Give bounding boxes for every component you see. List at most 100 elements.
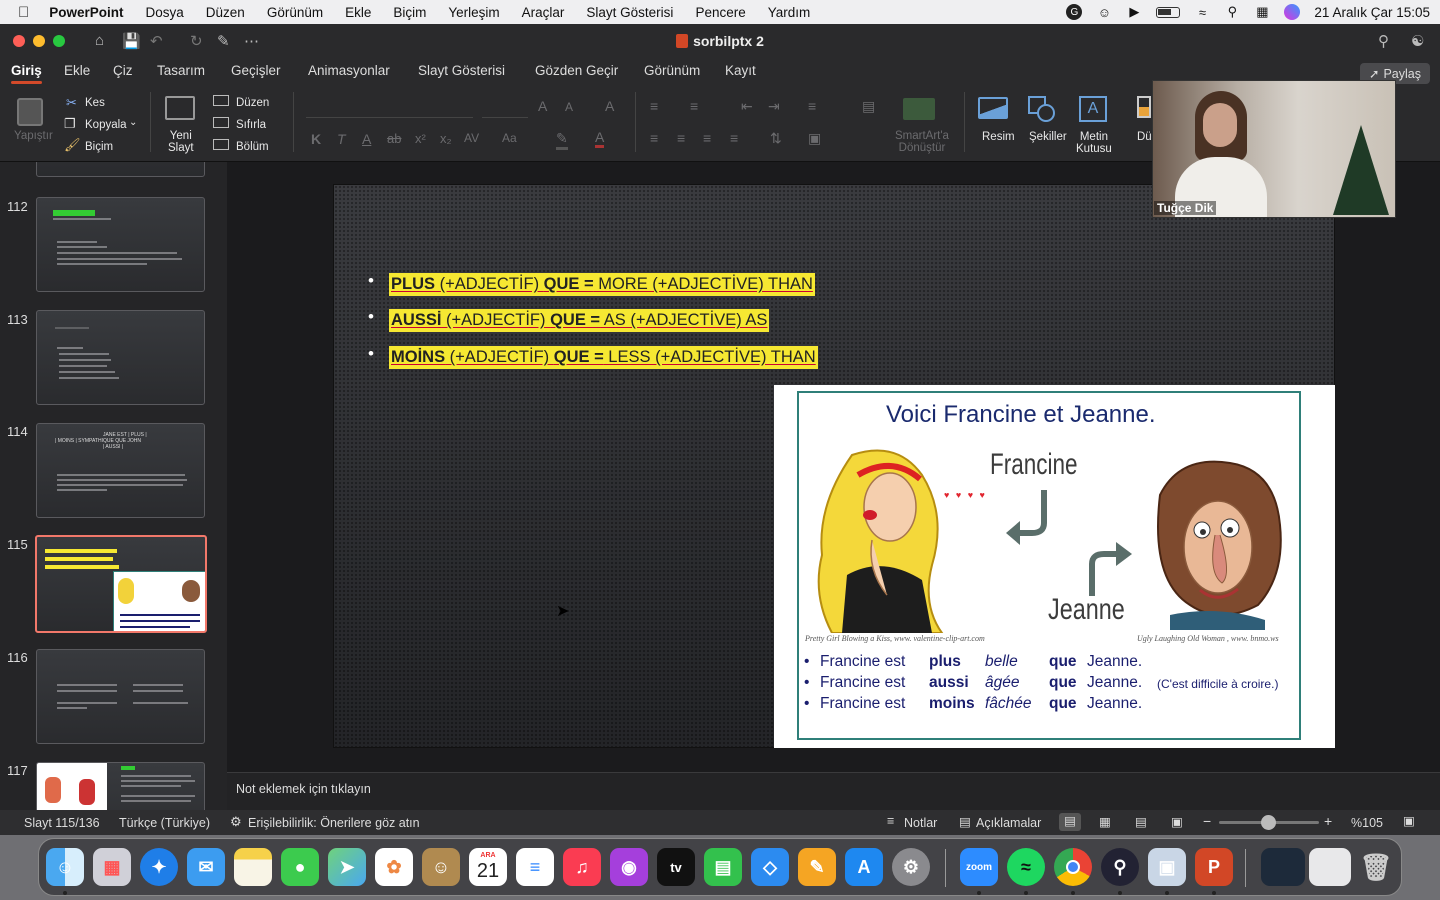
font-color-icon[interactable]: A — [595, 129, 605, 148]
tab-record[interactable]: Kayıt — [725, 63, 756, 78]
tab-transitions[interactable]: Geçişler — [231, 63, 281, 78]
maps-icon[interactable]: ➤ — [328, 848, 366, 886]
slide-thumbnail[interactable]: JANE EST | PLUS | | MOINS | SYMPATHIQUE … — [36, 423, 205, 518]
play-icon[interactable]: ▶ — [1126, 4, 1142, 20]
battery-icon[interactable] — [1156, 6, 1181, 18]
tab-draw[interactable]: Çiz — [113, 63, 133, 78]
terminal-window-icon[interactable] — [1261, 848, 1305, 886]
superscript-icon[interactable]: x² — [415, 131, 426, 146]
menu-window[interactable]: Pencere — [695, 5, 745, 20]
language-status[interactable]: Türkçe (Türkiye) — [119, 816, 210, 830]
shapes-icon[interactable] — [1028, 96, 1056, 122]
keynote-icon[interactable]: ◇ — [751, 848, 789, 886]
messages-icon[interactable]: ● — [281, 848, 319, 886]
zoom-icon[interactable]: zoom — [960, 848, 998, 886]
bold-icon[interactable]: K — [311, 131, 321, 147]
app-store-icon[interactable]: A — [845, 848, 883, 886]
zoom-slider[interactable] — [1219, 815, 1319, 830]
underline-icon[interactable]: A — [362, 131, 371, 147]
clock[interactable]: 21 Aralık Çar 15:05 — [1314, 5, 1430, 20]
calendar-icon[interactable]: ARA 21 — [469, 848, 507, 886]
menu-tools[interactable]: Araçlar — [522, 5, 565, 20]
reminders-icon[interactable]: ≡ — [516, 848, 554, 886]
cut-button[interactable]: Kes — [85, 97, 105, 109]
copy-button[interactable]: Kopyala — [85, 119, 127, 131]
numbers-icon[interactable]: ▤ — [704, 848, 742, 886]
notes-app-icon[interactable] — [234, 848, 272, 886]
slide-thumbnail-111[interactable] — [36, 162, 205, 177]
strikethrough-icon[interactable]: ab — [387, 131, 401, 146]
smartart-button[interactable]: SmartArt'a Dönüştür — [895, 130, 949, 154]
finder-icon[interactable]: ☺ — [46, 848, 84, 886]
numbering-icon[interactable]: ≡ — [690, 98, 698, 114]
smartart-icon[interactable] — [903, 98, 935, 120]
menu-insert[interactable]: Ekle — [345, 5, 371, 20]
tab-insert[interactable]: Ekle — [64, 63, 90, 78]
tab-view[interactable]: Görünüm — [644, 63, 700, 78]
columns-icon[interactable]: ▤ — [862, 98, 875, 115]
podcasts-icon[interactable]: ◉ — [610, 848, 648, 886]
music-icon[interactable]: ♫ — [563, 848, 601, 886]
text-direction-icon[interactable]: ⇅ — [770, 130, 782, 147]
slide-thumbnails-pane[interactable]: 112 113 114 JANE EST | PLUS | | MOINS | … — [0, 162, 227, 810]
slide-thumbnail[interactable] — [36, 649, 205, 744]
highlight-icon[interactable]: ✎ — [556, 130, 568, 150]
new-slide-button[interactable]: Yeni Slayt — [168, 130, 194, 154]
bullet-moins[interactable]: MOİNS (+ADJECTİF) QUE = LESS (+ADJECTİVE… — [389, 346, 818, 369]
align-left-icon[interactable]: ≡ — [650, 130, 658, 146]
menu-slideshow[interactable]: Slayt Gösterisi — [586, 5, 673, 20]
arrange-button[interactable]: Dü — [1137, 131, 1152, 143]
menu-help[interactable]: Yardım — [768, 5, 811, 20]
paste-icon[interactable] — [17, 98, 43, 126]
font-grow-icon[interactable]: A — [538, 98, 547, 114]
grammarly-icon[interactable]: G — [1066, 4, 1083, 20]
italic-icon[interactable]: T — [337, 131, 346, 147]
launchpad-icon[interactable]: ▦ — [93, 848, 131, 886]
spotlight-search-icon[interactable]: ⚲ — [1224, 4, 1240, 20]
section-button[interactable]: Bölüm — [236, 141, 269, 153]
picture-icon[interactable] — [978, 97, 1008, 119]
menu-file[interactable]: Dosya — [146, 5, 184, 20]
menu-app-name[interactable]: PowerPoint — [49, 5, 123, 20]
tab-animations[interactable]: Animasyonlar — [308, 63, 390, 78]
safari-icon[interactable]: ✦ — [140, 848, 178, 886]
tab-slideshow[interactable]: Slayt Gösterisi — [418, 63, 505, 78]
preview-icon[interactable]: ▣ — [1148, 848, 1186, 886]
account-icon[interactable]: ☯ — [1411, 32, 1424, 50]
new-slide-icon[interactable] — [165, 96, 195, 120]
slide-thumbnail-selected[interactable] — [35, 535, 207, 633]
textbox-icon[interactable]: A — [1079, 96, 1107, 122]
user-icon[interactable]: ☺ — [1096, 4, 1112, 20]
control-center-icon[interactable]: ▦ — [1254, 4, 1270, 20]
mail-icon[interactable]: ✉ — [187, 848, 225, 886]
normal-view-icon[interactable]: ▤ — [1059, 813, 1081, 831]
font-shrink-icon[interactable]: A — [565, 100, 573, 114]
comments-button[interactable]: Açıklamalar — [976, 816, 1041, 830]
apple-icon[interactable]:  — [18, 4, 29, 21]
trash-icon[interactable]: 🗑 — [1357, 848, 1395, 886]
zoom-in-button[interactable]: + — [1324, 813, 1332, 829]
notes-button[interactable]: Notlar — [904, 816, 937, 830]
photos-icon[interactable]: ✿ — [375, 848, 413, 886]
layout-button[interactable]: Düzen — [236, 97, 269, 109]
zoom-level[interactable]: %105 — [1351, 816, 1383, 830]
tab-home[interactable]: Giriş — [11, 63, 42, 84]
quicktime-icon[interactable]: ⚲ — [1101, 848, 1139, 886]
picture-button[interactable]: Resim — [982, 131, 1015, 143]
clear-format-icon[interactable]: A — [605, 98, 614, 114]
bullet-aussi[interactable]: AUSSİ (+ADJECTİF) QUE = AS (+ADJECTİVE) … — [389, 309, 770, 332]
system-preferences-icon[interactable]: ⚙ — [892, 848, 930, 886]
bullet-plus[interactable]: PLUS (+ADJECTİF) QUE = MORE (+ADJECTİVE)… — [389, 273, 815, 296]
align-right-icon[interactable]: ≡ — [703, 130, 711, 146]
align-center-icon[interactable]: ≡ — [677, 130, 685, 146]
spotify-icon[interactable]: ≈ — [1007, 848, 1045, 886]
menu-format[interactable]: Biçim — [393, 5, 426, 20]
arrange-icon[interactable] — [1137, 96, 1151, 118]
slide-sorter-icon[interactable]: ▦ — [1099, 814, 1111, 829]
slideshow-view-icon[interactable]: ▣ — [1171, 814, 1183, 829]
textbox-button[interactable]: Metin Kutusu — [1076, 131, 1112, 155]
notes-pane[interactable]: Not eklemek için tıklayın — [227, 772, 1440, 810]
zoom-slider-thumb[interactable] — [1261, 815, 1276, 830]
pages-icon[interactable]: ✎ — [798, 848, 836, 886]
reading-view-icon[interactable]: ▤ — [1135, 814, 1147, 829]
